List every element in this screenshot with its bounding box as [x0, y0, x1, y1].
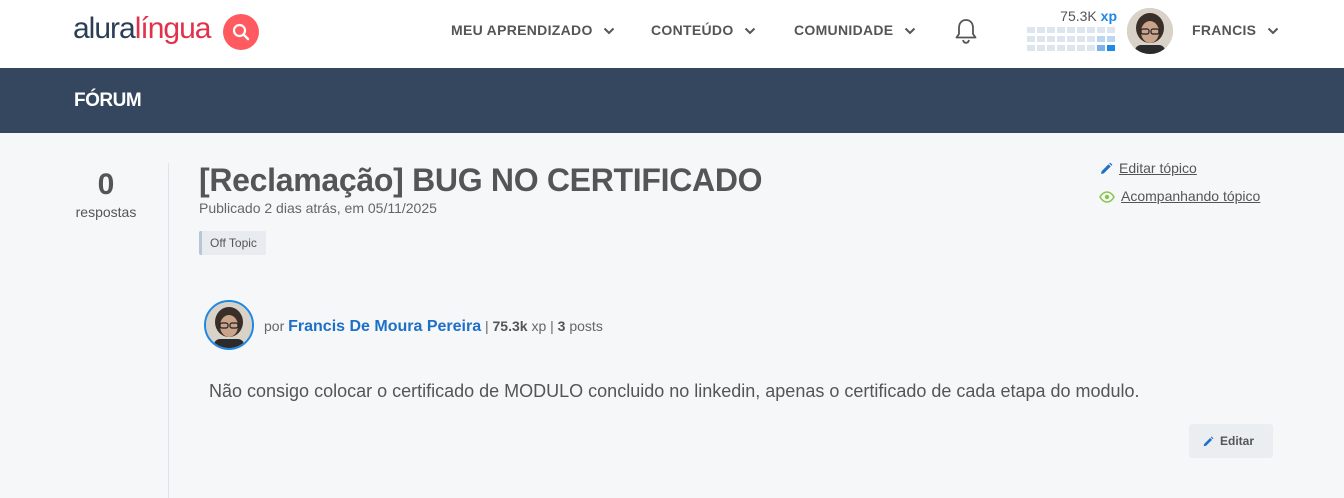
reply-count: 0 respostas [60, 168, 152, 220]
edit-topic-label: Editar tópico [1119, 160, 1197, 176]
forum-bar: FÓRUM [0, 68, 1344, 133]
nav-meu-aprendizado[interactable]: MEU APRENDIZADO [451, 22, 615, 38]
category-tag[interactable]: Off Topic [199, 231, 266, 255]
xp-grid-cell [1047, 36, 1055, 42]
user-avatar[interactable] [1127, 8, 1173, 54]
pencil-icon [1203, 436, 1214, 447]
top-navbar: aluralíngua MEU APRENDIZADO CONTEÚDO COM… [0, 0, 1344, 68]
search-button[interactable] [223, 14, 259, 50]
user-menu[interactable]: FRANCIS [1192, 22, 1279, 38]
eye-icon [1099, 191, 1115, 204]
user-name-label: FRANCIS [1192, 22, 1257, 38]
xp-grid-cell [1027, 45, 1035, 51]
avatar-image [1127, 8, 1173, 54]
chevron-down-icon [904, 28, 915, 35]
xp-grid-cell [1087, 45, 1095, 51]
xp-grid-cell [1057, 27, 1065, 33]
xp-grid-cell [1087, 27, 1095, 33]
chevron-down-icon [1267, 28, 1278, 35]
chevron-down-icon [603, 28, 615, 35]
xp-grid-cell [1067, 36, 1075, 42]
author-posts-label: posts [569, 318, 603, 334]
author-name-link[interactable]: Francis De Moura Pereira [288, 318, 481, 335]
xp-indicator[interactable]: 75.3K xp [1027, 8, 1117, 54]
nav-label: CONTEÚDO [651, 22, 734, 38]
post-body: Não consigo colocar o certificado de MOD… [209, 381, 1140, 401]
xp-grid-cell [1057, 36, 1065, 42]
author-avatar[interactable] [204, 300, 254, 350]
separator: | [484, 318, 489, 334]
nav-comunidade[interactable]: COMUNIDADE [794, 22, 916, 38]
nav-label: COMUNIDADE [794, 22, 894, 38]
by-label: por [264, 318, 285, 334]
author-xp-unit: xp [531, 318, 547, 334]
logo-part2: língua [134, 12, 212, 45]
edit-topic-link[interactable]: Editar tópico [1099, 160, 1197, 176]
xp-unit: xp [1100, 8, 1117, 24]
avatar-image [206, 302, 252, 348]
xp-grid-cell [1107, 27, 1115, 33]
xp-grid-cell [1027, 27, 1035, 33]
topic-title: [Reclamação] BUG NO CERTIFICADO [199, 162, 763, 198]
xp-grid-cell [1037, 36, 1045, 42]
xp-grid-cell [1097, 27, 1105, 33]
follow-topic-link[interactable]: Acompanhando tópico [1099, 188, 1260, 204]
author-xp: 75.3k [492, 318, 528, 334]
xp-grid-cell [1057, 45, 1065, 51]
chevron-down-icon [744, 28, 755, 35]
xp-grid-cell [1097, 45, 1105, 51]
xp-grid-cell [1077, 45, 1085, 51]
separator: | [550, 318, 554, 334]
logo-part1: alura [73, 12, 136, 45]
pencil-icon [1101, 162, 1113, 175]
reply-count-label: respostas [75, 204, 137, 220]
forum-title[interactable]: FÓRUM [74, 90, 142, 112]
published-date: Publicado 2 dias atrás, em 05/11/2025 [199, 200, 437, 216]
xp-amount: 75.3K [1060, 8, 1097, 24]
xp-grid-cell [1047, 27, 1055, 33]
xp-grid-cell [1107, 36, 1115, 42]
search-icon [232, 23, 250, 41]
post-byline: por Francis De Moura Pereira | 75.3k xp … [264, 318, 603, 336]
nav-label: MEU APRENDIZADO [451, 22, 593, 38]
xp-grid-cell [1067, 45, 1075, 51]
xp-grid-cell [1107, 45, 1115, 51]
reply-count-number: 0 [97, 168, 115, 201]
follow-topic-label: Acompanhando tópico [1121, 188, 1261, 204]
edit-post-label: Editar [1220, 434, 1255, 448]
xp-grid-cell [1077, 36, 1085, 42]
xp-grid-cell [1037, 45, 1045, 51]
xp-grid-cell [1087, 36, 1095, 42]
xp-grid-cell [1077, 27, 1085, 33]
xp-grid-cell [1047, 45, 1055, 51]
bell-icon[interactable] [953, 17, 979, 45]
edit-post-button[interactable]: Editar [1189, 424, 1273, 458]
xp-grid-cell [1037, 27, 1045, 33]
nav-conteudo[interactable]: CONTEÚDO [651, 22, 756, 38]
xp-grid-cell [1027, 36, 1035, 42]
xp-activity-grid [1027, 27, 1117, 53]
author-posts-count: 3 [557, 318, 566, 334]
xp-grid-cell [1097, 36, 1105, 42]
xp-grid-cell [1067, 27, 1075, 33]
alura-lingua-logo[interactable]: aluralíngua [73, 12, 212, 46]
divider [168, 163, 169, 498]
xp-value: 75.3K xp [1060, 8, 1117, 24]
